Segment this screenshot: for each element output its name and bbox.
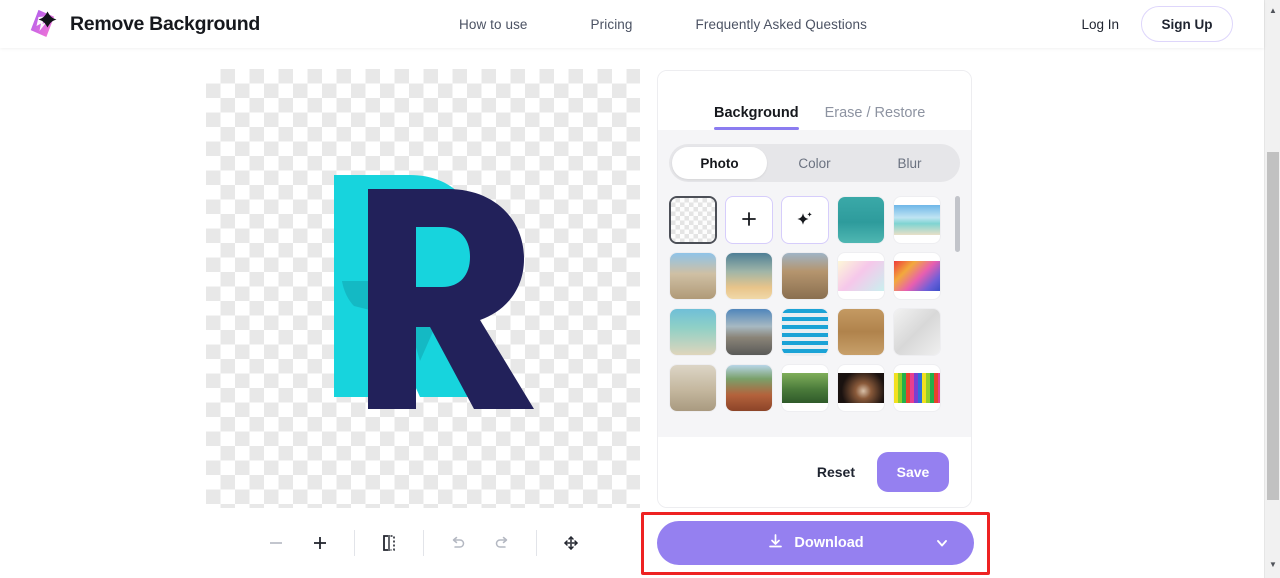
signup-button[interactable]: Sign Up bbox=[1141, 6, 1233, 42]
download-label: Download bbox=[794, 535, 864, 551]
scroll-down-arrow-icon[interactable]: ▼ bbox=[1265, 556, 1280, 572]
sparkle-icon bbox=[795, 209, 815, 232]
background-thumb-wood-planks[interactable] bbox=[837, 308, 885, 356]
scrollbar-thumb[interactable] bbox=[1267, 152, 1279, 500]
background-type-segmented-control: Photo Color Blur bbox=[669, 144, 960, 182]
toolbar-divider bbox=[353, 530, 355, 556]
undo-icon[interactable] bbox=[436, 521, 480, 565]
background-thumb-sunset-clouds[interactable] bbox=[725, 252, 773, 300]
tab-background[interactable]: Background bbox=[714, 105, 799, 130]
compare-split-icon[interactable] bbox=[367, 521, 411, 565]
artwork-letter-r bbox=[334, 175, 534, 409]
background-thumb-ancient-ruins[interactable] bbox=[669, 252, 717, 300]
fit-to-screen-icon[interactable] bbox=[549, 521, 593, 565]
background-thumb-tropical-plants[interactable] bbox=[781, 364, 829, 412]
background-thumb-ai-background[interactable] bbox=[781, 196, 829, 244]
background-thumbnail-grid bbox=[669, 196, 941, 412]
segment-color[interactable]: Color bbox=[767, 147, 862, 179]
background-thumbnail-area bbox=[669, 196, 960, 437]
nav-item-faq[interactable]: Frequently Asked Questions bbox=[696, 17, 867, 32]
background-thumb-tropical-beach[interactable] bbox=[893, 196, 941, 244]
thumb-image bbox=[782, 253, 828, 299]
panel-tab-bar: Background Erase / Restore bbox=[658, 71, 971, 130]
brand-name: Remove Background bbox=[70, 12, 260, 35]
auth-actions: Log In Sign Up bbox=[1081, 0, 1233, 48]
save-button[interactable]: Save bbox=[877, 452, 949, 492]
main-nav: How to use Pricing Frequently Asked Ques… bbox=[459, 0, 867, 48]
background-thumb-colosseum[interactable] bbox=[781, 252, 829, 300]
background-thumb-desert-road[interactable] bbox=[725, 308, 773, 356]
site-header: Remove Background How to use Pricing Fre… bbox=[0, 0, 1264, 48]
background-thumb-red-canyon[interactable] bbox=[725, 364, 773, 412]
thumb-image bbox=[670, 309, 716, 355]
background-thumb-upload-background[interactable] bbox=[725, 196, 773, 244]
thumb-image bbox=[838, 197, 884, 243]
background-thumb-stone-archway[interactable] bbox=[669, 364, 717, 412]
thumb-image bbox=[838, 373, 884, 403]
thumb-image bbox=[894, 261, 940, 291]
background-thumb-blue-building-facade[interactable] bbox=[781, 308, 829, 356]
thumb-image bbox=[894, 309, 940, 355]
background-thumb-teal-palm-trees[interactable] bbox=[837, 196, 885, 244]
thumb-image bbox=[894, 205, 940, 235]
thumb-image bbox=[726, 365, 772, 411]
zoom-out-icon[interactable] bbox=[254, 521, 298, 565]
toolbar-divider bbox=[535, 530, 537, 556]
background-thumb-pastel-gradient[interactable] bbox=[837, 252, 885, 300]
thumb-image bbox=[782, 373, 828, 403]
browser-scrollbar[interactable]: ▲ ▼ bbox=[1264, 0, 1280, 578]
chevron-down-icon[interactable] bbox=[934, 535, 950, 555]
image-canvas[interactable] bbox=[206, 69, 640, 508]
login-link[interactable]: Log In bbox=[1081, 17, 1119, 32]
scroll-up-arrow-icon[interactable]: ▲ bbox=[1265, 2, 1280, 18]
canvas-toolbar bbox=[206, 520, 640, 566]
nav-item-pricing[interactable]: Pricing bbox=[591, 17, 633, 32]
transparent-checker-swatch bbox=[671, 198, 715, 242]
reset-button[interactable]: Reset bbox=[817, 464, 855, 480]
brand[interactable]: Remove Background bbox=[24, 4, 260, 44]
thumb-image bbox=[726, 253, 772, 299]
segment-photo[interactable]: Photo bbox=[672, 147, 767, 179]
thumb-image bbox=[838, 309, 884, 355]
editor-panel: Background Erase / Restore Photo Color B… bbox=[657, 70, 972, 508]
segment-blur[interactable]: Blur bbox=[862, 147, 957, 179]
toolbar-divider bbox=[422, 530, 424, 556]
panel-actions: Reset Save bbox=[658, 437, 971, 507]
sparkle-gradient-logo-icon bbox=[24, 6, 60, 42]
zoom-in-icon[interactable] bbox=[298, 521, 342, 565]
background-thumb-white-architecture[interactable] bbox=[893, 308, 941, 356]
background-thumb-beach-palms[interactable] bbox=[669, 308, 717, 356]
download-icon bbox=[767, 533, 784, 554]
tab-erase-restore[interactable]: Erase / Restore bbox=[825, 105, 926, 130]
thumb-image bbox=[726, 309, 772, 355]
thumb-image bbox=[838, 261, 884, 291]
background-thumb-rainbow-gradient[interactable] bbox=[893, 252, 941, 300]
thumb-image bbox=[782, 309, 828, 355]
plus-icon bbox=[740, 210, 758, 231]
background-thumb-dark-portrait[interactable] bbox=[837, 364, 885, 412]
background-thumb-transparent-background[interactable] bbox=[669, 196, 717, 244]
thumb-image bbox=[670, 365, 716, 411]
redo-icon[interactable] bbox=[480, 521, 524, 565]
background-thumb-color-stripes[interactable] bbox=[893, 364, 941, 412]
panel-body: Photo Color Blur bbox=[658, 130, 971, 437]
thumb-image bbox=[894, 373, 940, 403]
thumb-image bbox=[670, 253, 716, 299]
download-button[interactable]: Download bbox=[657, 521, 974, 565]
nav-item-how-to-use[interactable]: How to use bbox=[459, 17, 528, 32]
panel-scrollbar[interactable] bbox=[955, 196, 960, 420]
